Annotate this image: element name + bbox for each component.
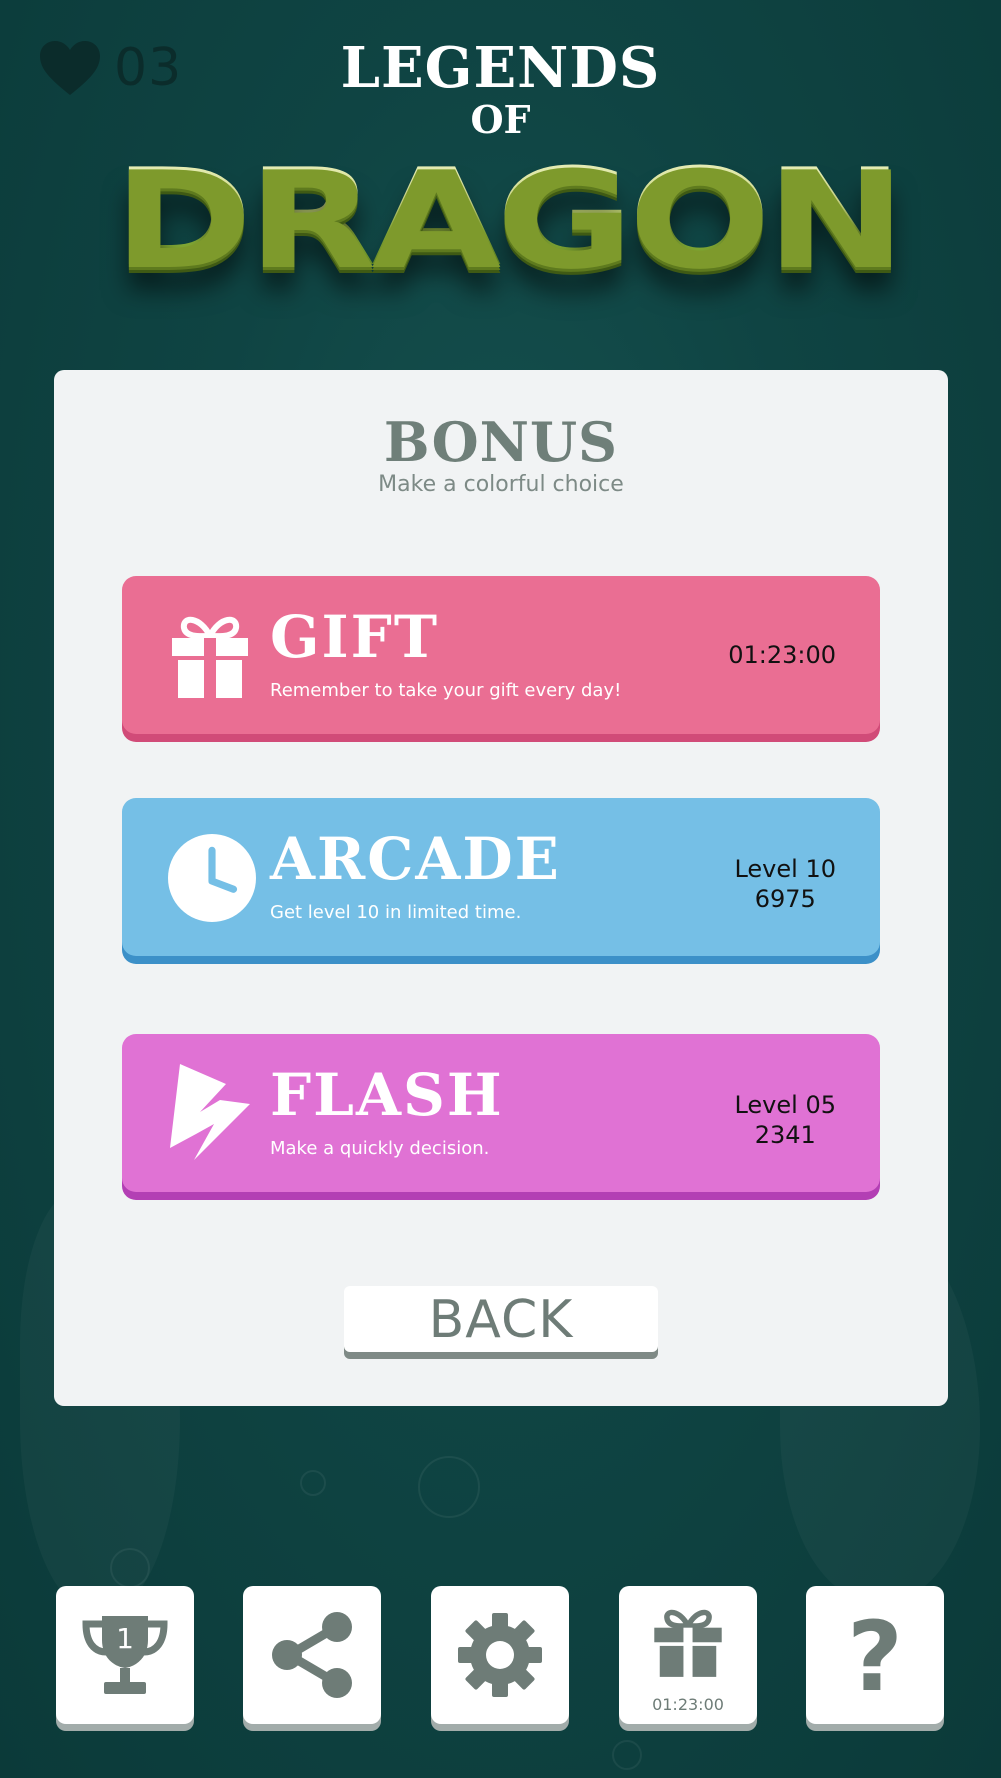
- help-button[interactable]: ?: [806, 1586, 944, 1724]
- bonus-panel: BONUS Make a colorful choice GIFT Rememb…: [54, 370, 948, 1406]
- leaderboard-button[interactable]: 1: [56, 1586, 194, 1724]
- share-button[interactable]: [243, 1586, 381, 1724]
- panel-title: BONUS: [383, 410, 619, 474]
- flash-mode-title: FLASH: [270, 1061, 504, 1129]
- settings-button[interactable]: [431, 1586, 569, 1724]
- gift-mode-title: GIFT: [270, 603, 440, 671]
- panel-subtitle: Make a colorful choice: [378, 472, 624, 497]
- flash-level: Level 05: [734, 1091, 836, 1119]
- game-logo: LEGENDS OF DRAGON: [0, 38, 1001, 288]
- background-bubble: [612, 1740, 642, 1770]
- background-bubble: [418, 1456, 480, 1518]
- arcade-score: 6975: [754, 885, 816, 913]
- trophy-rank: 1: [116, 1622, 134, 1655]
- flash-mode-description: Make a quickly decision.: [270, 1138, 490, 1159]
- gift-timer-value: 01:23:00: [728, 641, 836, 669]
- gift-mode-button[interactable]: GIFT Remember to take your gift every da…: [122, 576, 880, 734]
- share-icon: [272, 1612, 352, 1698]
- background-bubble: [300, 1470, 326, 1496]
- gift-icon: [654, 1609, 722, 1679]
- background-bubble: [110, 1548, 150, 1588]
- flash-score: 2341: [754, 1121, 816, 1149]
- gift-icon: [172, 616, 248, 700]
- flash-mode-button[interactable]: FLASH Make a quickly decision. Level 05 …: [122, 1034, 880, 1192]
- lightning-icon: [170, 1064, 250, 1160]
- arcade-mode-description: Get level 10 in limited time.: [270, 902, 522, 923]
- gift-mode-timer: 01:23:00: [728, 640, 836, 670]
- gift-timer: 01:23:00: [652, 1695, 724, 1714]
- gear-icon: [458, 1613, 542, 1697]
- trophy-icon: 1: [82, 1616, 168, 1694]
- daily-gift-button[interactable]: 01:23:00: [619, 1586, 757, 1724]
- flash-mode-stats: Level 05 2341: [734, 1090, 836, 1150]
- arcade-mode-stats: Level 10 6975: [734, 854, 836, 914]
- arcade-mode-title: ARCADE: [270, 825, 561, 893]
- logo-line-3: DRAGON: [113, 140, 906, 296]
- clock-icon: [168, 834, 256, 922]
- arcade-mode-button[interactable]: ARCADE Get level 10 in limited time. Lev…: [122, 798, 880, 956]
- logo-line-2: OF: [470, 97, 531, 142]
- arcade-level: Level 10: [734, 855, 836, 883]
- gift-mode-description: Remember to take your gift every day!: [270, 680, 622, 701]
- logo-line-1: LEGENDS: [340, 35, 661, 101]
- back-button[interactable]: BACK: [344, 1286, 658, 1352]
- svg-text:?: ?: [847, 1610, 903, 1700]
- help-icon: ?: [847, 1610, 903, 1700]
